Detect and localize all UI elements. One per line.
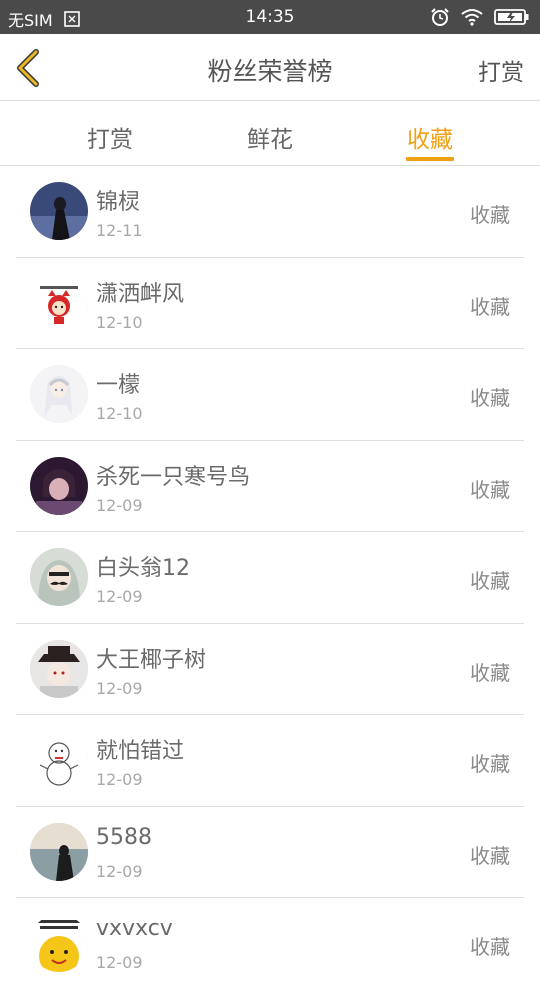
reward-button[interactable]: 打赏: [478, 53, 524, 87]
avatar: [30, 548, 88, 606]
avatar: [30, 731, 88, 789]
battery-icon: [494, 9, 529, 25]
list-item[interactable]: 一檬 12-10 收藏: [0, 349, 540, 441]
list-item[interactable]: 潇洒衅风 12-10 收藏: [0, 258, 540, 349]
tab-reward[interactable]: 打赏: [60, 101, 160, 165]
avatar: [30, 914, 88, 972]
action-type: 收藏: [470, 386, 510, 410]
tab-label: 打赏: [87, 127, 133, 153]
avatar: [30, 639, 88, 698]
list-item[interactable]: 白头翁12 12-09 收藏: [0, 532, 540, 624]
page-title: 粉丝荣誉榜: [207, 57, 333, 86]
avatar-lake-silhouette-icon: [30, 822, 88, 881]
avatar: [30, 182, 88, 240]
fan-list: 锦棂 12-11 收藏 潇洒衅风 12-10 收藏 一檬 12-10 收藏 杀死…: [0, 166, 540, 990]
alarm-icon: [431, 8, 449, 26]
date-label: 12-10: [96, 404, 143, 423]
list-item[interactable]: 大王椰子树 12-09 收藏: [0, 624, 540, 715]
action-type: 收藏: [470, 843, 510, 868]
date-label: 12-09: [96, 770, 143, 789]
avatar: [30, 365, 88, 423]
date-label: 12-09: [96, 678, 143, 698]
tab-flowers[interactable]: 鲜花: [220, 101, 320, 165]
avatar-cartoon-red-cat-icon: [30, 273, 88, 332]
avatar: [30, 273, 88, 332]
list-item[interactable]: 杀死一只寒号鸟 12-09 收藏: [0, 441, 540, 532]
user-name: 5588: [96, 824, 152, 850]
tab-label: 收藏: [407, 127, 453, 153]
avatar-snowman-sketch-icon: [30, 731, 88, 789]
date-label: 12-11: [96, 221, 143, 240]
tab-bar: 打赏 鲜花 收藏: [0, 101, 540, 166]
avatar: [30, 456, 88, 515]
action-type: 收藏: [470, 477, 510, 502]
date-label: 12-09: [96, 953, 143, 972]
date-label: 12-09: [96, 495, 143, 515]
user-name: 大王椰子树: [96, 647, 207, 673]
avatar-mustache-hood-icon: [30, 548, 88, 606]
avatar-anime-girl-icon: [30, 365, 88, 423]
avatar-dark-portrait-icon: [30, 456, 88, 515]
action-type: 收藏: [470, 752, 510, 776]
user-name: 潇洒衅风: [96, 281, 185, 307]
avatar-girl-silhouette-icon: [30, 182, 88, 240]
list-item[interactable]: 就怕错过 12-09 收藏: [0, 715, 540, 807]
date-label: 12-09: [96, 861, 143, 881]
action-type: 收藏: [470, 203, 510, 227]
user-name: 一檬: [96, 373, 141, 398]
date-label: 12-09: [96, 587, 143, 606]
wifi-icon: [461, 9, 483, 26]
avatar: [30, 822, 88, 881]
avatar-hat-figure-icon: [30, 639, 88, 698]
avatar-yellow-cartoon-icon: [30, 914, 88, 972]
status-bar: 无SIM 14:35: [0, 0, 540, 34]
user-name: 白头翁12: [96, 556, 190, 581]
user-name: 就怕错过: [96, 739, 185, 764]
action-type: 收藏: [470, 294, 510, 319]
date-label: 12-10: [96, 312, 143, 332]
action-type: 收藏: [470, 660, 510, 685]
user-name: 锦棂: [96, 190, 141, 215]
action-type: 收藏: [470, 569, 510, 593]
active-tab-indicator: [406, 157, 454, 161]
header-bar: 粉丝荣誉榜 打赏: [0, 34, 540, 101]
list-item[interactable]: 5588 12-09 收藏: [0, 807, 540, 898]
list-item[interactable]: vxvxcv 12-09 收藏: [0, 898, 540, 990]
tab-label: 鲜花: [247, 127, 293, 153]
tab-favorites[interactable]: 收藏: [380, 101, 480, 165]
list-item[interactable]: 锦棂 12-11 收藏: [0, 166, 540, 258]
user-name: 杀死一只寒号鸟: [96, 464, 251, 490]
action-type: 收藏: [470, 935, 510, 959]
status-right: [430, 7, 530, 27]
user-name: vxvxcv: [96, 916, 173, 941]
